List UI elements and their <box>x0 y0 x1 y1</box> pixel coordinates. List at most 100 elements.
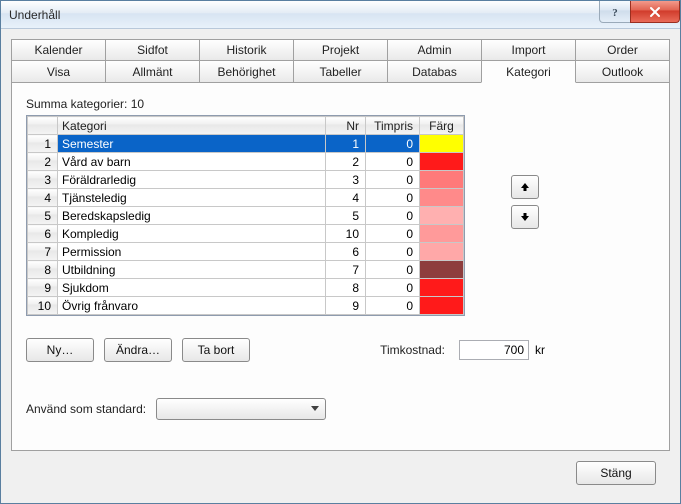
cell-timpris: 0 <box>366 153 420 171</box>
cell-nr: 5 <box>326 207 366 225</box>
cell-kategori: Föräldrarledig <box>58 171 326 189</box>
col-header-rownum[interactable] <box>28 117 58 135</box>
tab-behörighet[interactable]: Behörighet <box>199 61 294 83</box>
table-row[interactable]: 7Permission60 <box>28 243 464 261</box>
cell-nr: 2 <box>326 153 366 171</box>
cell-kategori: Vård av barn <box>58 153 326 171</box>
cell-kategori: Kompledig <box>58 225 326 243</box>
tab-kategori[interactable]: Kategori <box>481 61 576 83</box>
table-row[interactable]: 3Föräldrarledig30 <box>28 171 464 189</box>
color-swatch <box>420 297 463 314</box>
col-header-nr[interactable]: Nr <box>326 117 366 135</box>
col-header-kategori[interactable]: Kategori <box>58 117 326 135</box>
chevron-down-icon <box>311 406 319 412</box>
tab-historik[interactable]: Historik <box>199 39 294 61</box>
color-swatch <box>420 243 463 260</box>
table-row[interactable]: 6Kompledig100 <box>28 225 464 243</box>
row-number: 7 <box>28 243 58 261</box>
row-number: 2 <box>28 153 58 171</box>
move-down-button[interactable] <box>511 205 539 229</box>
cell-farg <box>420 261 464 279</box>
row-number: 9 <box>28 279 58 297</box>
table-area: Kategori Nr Timpris Färg 1Semester102Vår… <box>26 115 655 316</box>
close-button[interactable] <box>630 1 680 23</box>
tab-strip: KalenderSidfotHistorikProjektAdminImport… <box>11 39 670 83</box>
tab-visa[interactable]: Visa <box>11 61 106 83</box>
cell-kategori: Semester <box>58 135 326 153</box>
table-row[interactable]: 5Beredskapsledig50 <box>28 207 464 225</box>
tab-tabeller[interactable]: Tabeller <box>293 61 388 83</box>
summary-label: Summa kategorier: 10 <box>26 97 655 111</box>
cell-farg <box>420 243 464 261</box>
window-title: Underhåll <box>9 8 60 22</box>
delete-button[interactable]: Ta bort <box>182 338 250 362</box>
cell-nr: 6 <box>326 243 366 261</box>
cell-nr: 8 <box>326 279 366 297</box>
tab-sidfot[interactable]: Sidfot <box>105 39 200 61</box>
action-row: Ny… Ändra… Ta bort Timkostnad: kr <box>26 338 655 362</box>
cell-kategori: Övrig frånvaro <box>58 297 326 315</box>
timkostnad-input[interactable] <box>459 340 529 360</box>
row-number: 10 <box>28 297 58 315</box>
row-number: 1 <box>28 135 58 153</box>
color-swatch <box>420 135 463 152</box>
default-combo[interactable] <box>156 398 326 420</box>
col-header-timpris[interactable]: Timpris <box>366 117 420 135</box>
title-controls: ? <box>600 1 680 23</box>
table-row[interactable]: 10Övrig frånvaro90 <box>28 297 464 315</box>
col-header-farg[interactable]: Färg <box>420 117 464 135</box>
tab-admin[interactable]: Admin <box>387 39 482 61</box>
cell-kategori: Beredskapsledig <box>58 207 326 225</box>
cell-kategori: Sjukdom <box>58 279 326 297</box>
close-dialog-button[interactable]: Stäng <box>576 461 656 485</box>
reorder-buttons <box>511 115 539 229</box>
window: Underhåll ? KalenderSidfotHistorikProjek… <box>0 0 681 504</box>
table-row[interactable]: 8Utbildning70 <box>28 261 464 279</box>
color-swatch <box>420 171 463 188</box>
tab-outlook[interactable]: Outlook <box>575 61 670 83</box>
edit-button[interactable]: Ändra… <box>104 338 172 362</box>
tab-databas[interactable]: Databas <box>387 61 482 83</box>
tab-order[interactable]: Order <box>575 39 670 61</box>
cell-kategori: Utbildning <box>58 261 326 279</box>
cell-nr: 3 <box>326 171 366 189</box>
table-row[interactable]: 9Sjukdom80 <box>28 279 464 297</box>
cell-farg <box>420 171 464 189</box>
color-swatch <box>420 207 463 224</box>
cell-timpris: 0 <box>366 189 420 207</box>
cell-nr: 4 <box>326 189 366 207</box>
move-up-button[interactable] <box>511 175 539 199</box>
cell-timpris: 0 <box>366 261 420 279</box>
row-number: 4 <box>28 189 58 207</box>
tab-kalender[interactable]: Kalender <box>11 39 106 61</box>
content: KalenderSidfotHistorikProjektAdminImport… <box>1 29 680 503</box>
titlebar: Underhåll ? <box>1 1 680 29</box>
arrow-down-icon <box>520 212 530 222</box>
cell-farg <box>420 279 464 297</box>
table-row[interactable]: 4Tjänsteledig40 <box>28 189 464 207</box>
svg-text:?: ? <box>612 7 618 18</box>
table-row[interactable]: 2Vård av barn20 <box>28 153 464 171</box>
dialog-footer: Stäng <box>11 451 670 497</box>
color-swatch <box>420 261 463 278</box>
help-button[interactable]: ? <box>599 1 631 23</box>
cell-timpris: 0 <box>366 243 420 261</box>
tab-allmänt[interactable]: Allmänt <box>105 61 200 83</box>
cell-timpris: 0 <box>366 207 420 225</box>
cell-timpris: 0 <box>366 225 420 243</box>
cell-farg <box>420 135 464 153</box>
cell-kategori: Tjänsteledig <box>58 189 326 207</box>
table-row[interactable]: 1Semester10 <box>28 135 464 153</box>
color-swatch <box>420 225 463 242</box>
default-label: Använd som standard: <box>26 402 146 416</box>
tab-import[interactable]: Import <box>481 39 576 61</box>
color-swatch <box>420 153 463 170</box>
cell-farg <box>420 189 464 207</box>
arrow-up-icon <box>520 182 530 192</box>
new-button[interactable]: Ny… <box>26 338 94 362</box>
category-grid[interactable]: Kategori Nr Timpris Färg 1Semester102Vår… <box>26 115 465 316</box>
timkostnad-label: Timkostnad: <box>380 343 445 357</box>
cell-farg <box>420 225 464 243</box>
default-row: Använd som standard: <box>26 398 655 420</box>
tab-projekt[interactable]: Projekt <box>293 39 388 61</box>
